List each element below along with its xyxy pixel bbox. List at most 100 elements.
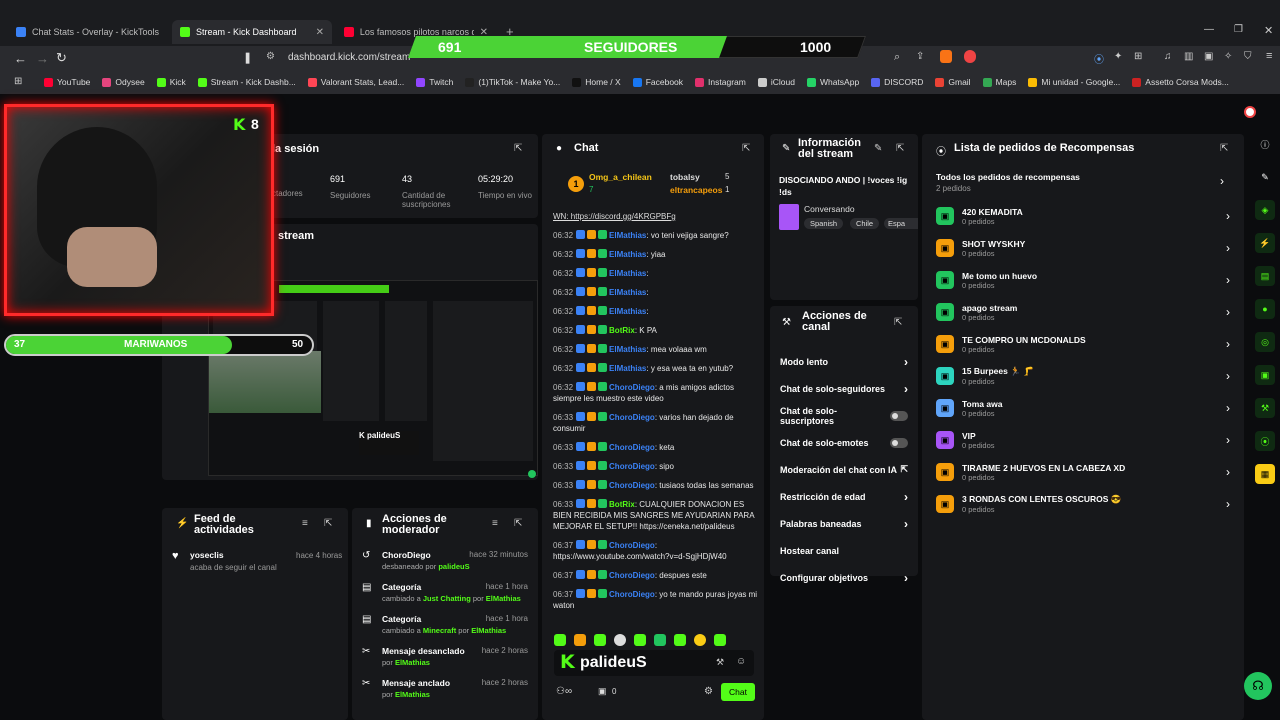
chat-icon[interactable]: ● <box>1255 299 1275 319</box>
channel-action-item[interactable]: Chat de solo-seguidores › <box>770 375 918 402</box>
chat-username[interactable]: ChoroDiego <box>609 481 655 490</box>
popout-icon[interactable]: ⇱ <box>742 143 750 154</box>
forward-icon[interactable]: → <box>36 51 49 66</box>
bookmark-item[interactable]: WhatsApp <box>806 77 859 87</box>
site-info-icon[interactable]: ⚙ <box>266 51 275 62</box>
gift-icon[interactable]: ▣ <box>598 686 607 697</box>
bookmark-item[interactable]: Gmail <box>935 77 971 87</box>
lightning-icon[interactable]: ⚡ <box>1255 233 1275 253</box>
share-icon[interactable]: ⇪ <box>916 51 924 62</box>
bookmark-item[interactable]: YouTube <box>44 77 90 87</box>
info-icon[interactable]: ⓘ <box>1255 134 1275 154</box>
emote-icon[interactable] <box>654 634 666 646</box>
popout-icon[interactable]: ⇱ <box>894 317 902 328</box>
bookmark-item[interactable]: Assetto Corsa Mods... <box>1132 77 1229 87</box>
emote-icon[interactable] <box>594 634 606 646</box>
bookmark-item[interactable]: Instagram <box>695 77 746 87</box>
reward-item[interactable]: ▣ VIP 0 pedidos › <box>922 424 1244 456</box>
sidebar-icon[interactable]: ▥ <box>1184 51 1193 62</box>
tab-kick-dashboard[interactable]: Stream - Kick Dashboard ✕ <box>172 20 332 44</box>
gifter-name[interactable]: eltrancapeos <box>670 185 722 195</box>
extension-icon[interactable]: ⊞ <box>1134 51 1142 62</box>
chat-username[interactable]: ChoroDiego <box>609 413 655 422</box>
chat-username[interactable]: BotRix <box>609 500 635 509</box>
channel-action-item[interactable]: Restricción de edad › <box>770 483 918 510</box>
rewards-icon[interactable]: ⦿ <box>1255 431 1275 451</box>
support-chat-button[interactable]: ☊ <box>1244 672 1272 700</box>
user-avatar[interactable] <box>1244 106 1256 118</box>
bookmark-item[interactable]: (1)TikTok - Make Yo... <box>465 77 560 87</box>
popout-icon[interactable]: ⇱ <box>896 143 904 154</box>
channel-action-item[interactable]: Configurar objetivos › <box>770 564 918 591</box>
bookmark-item[interactable]: Maps <box>982 77 1016 87</box>
chat-username[interactable]: ElMathias <box>609 250 646 259</box>
chat-username[interactable]: ChoroDiego <box>609 541 655 550</box>
all-rewards-row[interactable]: Todos los pedidos de recompensas 2 pedid… <box>922 170 1244 194</box>
channel-action-item[interactable]: Hostear canal <box>770 537 918 564</box>
broadcast-icon[interactable]: ◎ <box>1255 332 1275 352</box>
bookmark-item[interactable]: Twitch <box>416 77 453 87</box>
popout-icon[interactable]: ⇱ <box>324 518 332 529</box>
emoji-icon[interactable]: ☺ <box>736 656 746 667</box>
tag-chip[interactable]: Espa <box>884 218 918 229</box>
popout-icon[interactable]: ⇱ <box>514 143 522 154</box>
popout-icon[interactable]: ⇱ <box>1220 143 1228 154</box>
chat-input[interactable]: K palideuS ⚒ ☺ <box>554 650 754 676</box>
reward-item[interactable]: ▣ 15 Burpees 🏃 🦵 0 pedidos › <box>922 360 1244 392</box>
emote-icon[interactable] <box>614 634 626 646</box>
wallet-icon[interactable]: ▣ <box>1204 51 1213 62</box>
popout-icon[interactable]: ⇱ <box>514 518 522 529</box>
chat-username[interactable]: ElMathias <box>609 307 646 316</box>
bookmark-item[interactable]: DISCORD <box>871 77 923 87</box>
emote-icon[interactable] <box>714 634 726 646</box>
reward-item[interactable]: ▣ TIRARME 2 HUEVOS EN LA CABEZA XD 0 pedid… <box>922 456 1244 488</box>
category-name[interactable]: Conversando <box>804 204 855 214</box>
chat-username[interactable]: ChoroDiego <box>609 571 655 580</box>
close-tab-icon[interactable]: ✕ <box>316 27 324 38</box>
gifter-name[interactable]: tobalsy <box>670 172 700 182</box>
reward-item[interactable]: ▣ Me tomo un huevo 0 pedidos › <box>922 264 1244 296</box>
emote-icon[interactable] <box>574 634 586 646</box>
settings-icon[interactable]: ⚙ <box>704 686 713 697</box>
edit-icon[interactable]: ✎ <box>874 143 882 154</box>
filter-icon[interactable]: ≡ <box>492 518 498 529</box>
apps-grid-icon[interactable]: ⊞ <box>14 76 22 87</box>
chat-username[interactable]: ElMathias <box>609 345 646 354</box>
emote-icon[interactable] <box>554 634 566 646</box>
reward-item[interactable]: ▣ apago stream 0 pedidos › <box>922 296 1244 328</box>
minimize-icon[interactable]: — <box>1204 24 1214 35</box>
emote-icon[interactable] <box>674 634 686 646</box>
channel-action-item[interactable]: Palabras baneadas › <box>770 510 918 537</box>
send-chat-button[interactable]: Chat <box>721 683 755 701</box>
brave-shield-icon[interactable] <box>940 50 952 63</box>
bookmark-item[interactable]: Valorant Stats, Lead... <box>307 77 404 87</box>
chat-username[interactable]: ChoroDiego <box>609 590 655 599</box>
camera-icon[interactable]: ▣ <box>1255 365 1275 385</box>
brave-rewards-icon[interactable] <box>964 50 976 63</box>
url-field[interactable]: dashboard.kick.com/stream <box>288 52 410 63</box>
menu-icon[interactable]: ≡ <box>1266 50 1272 62</box>
commands-icon[interactable]: ⚒ <box>716 657 724 668</box>
channel-action-item[interactable]: Modo lento › <box>770 348 918 375</box>
bookmark-item[interactable]: iCloud <box>757 77 795 87</box>
tag-chip[interactable]: Chile <box>850 218 880 229</box>
toggle-switch[interactable] <box>890 410 908 421</box>
top-gifter-name[interactable]: Omg_a_chilean <box>589 172 652 182</box>
edit-icon[interactable]: ✎ <box>1255 167 1275 187</box>
bookmark-item[interactable]: Mi unidad - Google... <box>1028 77 1120 87</box>
chat-username[interactable]: BotRix <box>609 326 635 335</box>
puzzle-icon[interactable]: ✦ <box>1114 51 1122 62</box>
channel-action-item[interactable]: Moderación del chat con IA ⇱ <box>770 456 918 483</box>
back-icon[interactable]: ← <box>14 51 27 66</box>
chat-username[interactable]: ChoroDiego <box>609 443 655 452</box>
chat-username[interactable]: ElMathias <box>609 364 646 373</box>
emote-icon[interactable] <box>634 634 646 646</box>
leo-icon[interactable]: ✧ <box>1224 51 1232 62</box>
reward-item[interactable]: ▣ 3 RONDAS CON LENTES OSCUROS 😎 0 pedidos › <box>922 488 1244 520</box>
toggle-switch[interactable] <box>890 437 908 448</box>
document-icon[interactable]: ▤ <box>1255 266 1275 286</box>
vpn-icon[interactable]: ⛉ <box>1244 51 1252 62</box>
bookmark-item[interactable]: Home / X <box>572 77 621 87</box>
close-window-icon[interactable]: ✕ <box>1264 24 1273 37</box>
bookmark-item[interactable]: Facebook <box>632 77 683 87</box>
